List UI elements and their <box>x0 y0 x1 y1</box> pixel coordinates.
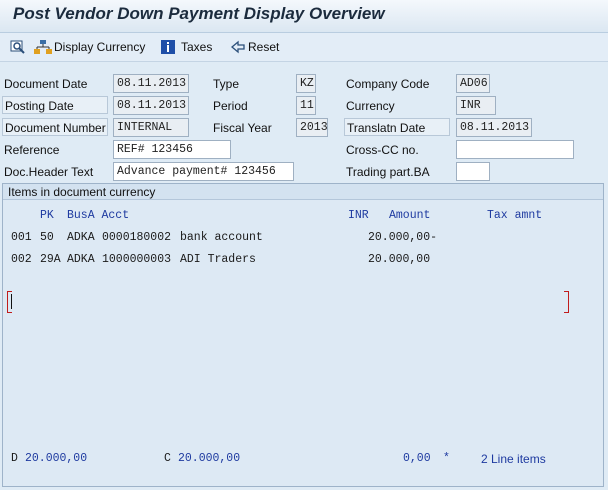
translation-date-field[interactable]: 08.11.2013 <box>456 118 532 137</box>
credit-total: 20.000,00 <box>178 452 241 465</box>
row-account: 1000000003 <box>102 253 172 266</box>
currency-label: Currency <box>346 99 395 113</box>
posting-date-label: Posting Date <box>2 96 108 114</box>
display-currency-button[interactable]: Display Currency <box>34 39 145 55</box>
items-panel: Items in document currency PK BusA Acct … <box>2 183 604 487</box>
document-number-label: Document Number <box>2 118 108 136</box>
col-pk: PK <box>40 209 54 222</box>
row-account-name: ADI Traders <box>180 253 256 266</box>
credit-label: C <box>164 452 171 465</box>
currency-field[interactable]: INR <box>456 96 496 115</box>
company-code-label: Company Code <box>346 77 430 91</box>
document-date-label: Document Date <box>4 77 88 91</box>
reset-icon <box>230 40 245 54</box>
display-currency-label: Display Currency <box>54 40 146 54</box>
doc-header-text-label: Doc.Header Text <box>4 165 94 179</box>
posting-date-field[interactable]: 08.11.2013 <box>113 96 189 115</box>
fiscal-year-label: Fiscal Year <box>213 121 272 135</box>
row-busa: ADKA <box>67 231 95 244</box>
debit-label: D <box>11 452 18 465</box>
selection-bracket-right <box>564 291 569 313</box>
col-tax-amount: Tax amnt <box>487 209 543 222</box>
row-account: 0000180002 <box>102 231 172 244</box>
document-date-field[interactable]: 08.11.2013 <box>113 74 189 93</box>
col-busa-acct: BusA Acct <box>67 209 130 222</box>
row-amount: 20.000,00 <box>368 253 431 266</box>
display-document-button[interactable] <box>10 39 28 55</box>
translation-date-label: Translatn Date <box>344 118 450 136</box>
taxes-label: Taxes <box>181 40 213 54</box>
cross-cc-label: Cross-CC no. <box>346 143 419 157</box>
balance-flag: * <box>443 452 450 465</box>
title-bar: Post Vendor Down Payment Display Overvie… <box>0 0 608 33</box>
row-account-name: bank account <box>180 231 263 244</box>
row-pk: 50 <box>40 231 54 244</box>
reference-label: Reference <box>4 143 60 157</box>
doc-header-text-field[interactable]: Advance payment# 123456 <box>113 162 294 181</box>
row-line-number: 002 <box>11 253 32 266</box>
display-document-icon <box>10 40 25 54</box>
info-icon <box>161 40 175 54</box>
type-field[interactable]: KZ <box>296 74 316 93</box>
period-label: Period <box>213 99 248 113</box>
balance-value: 0,00 <box>403 452 431 465</box>
cross-cc-field[interactable] <box>456 140 574 159</box>
type-label: Type <box>213 77 240 91</box>
trading-part-label: Trading part.BA <box>346 165 430 179</box>
fiscal-year-field[interactable]: 2013 <box>296 118 328 137</box>
period-field[interactable]: 11 <box>296 96 316 115</box>
row-amount: 20.000,00- <box>368 231 438 244</box>
debit-total: 20.000,00 <box>25 452 88 465</box>
application-toolbar: Display Currency Taxes Reset <box>0 33 608 62</box>
reset-label: Reset <box>248 40 280 54</box>
reset-button[interactable]: Reset <box>230 39 279 55</box>
currency-hierarchy-icon <box>34 40 52 54</box>
document-number-field[interactable]: INTERNAL <box>113 118 189 137</box>
row-pk: 29A <box>40 253 61 266</box>
page-title: Post Vendor Down Payment Display Overvie… <box>13 4 385 23</box>
items-panel-title: Items in document currency <box>3 184 603 200</box>
taxes-button[interactable]: Taxes <box>161 39 212 55</box>
company-code-field[interactable]: AD06 <box>456 74 490 93</box>
reference-field[interactable]: REF# 123456 <box>113 140 231 159</box>
line-items-count: 2 Line items <box>481 452 546 466</box>
row-line-number: 001 <box>11 231 32 244</box>
col-amount: Amount <box>389 209 431 222</box>
text-cursor <box>11 294 12 309</box>
row-busa: ADKA <box>67 253 95 266</box>
col-currency: INR <box>348 209 369 222</box>
trading-part-field[interactable] <box>456 162 490 181</box>
